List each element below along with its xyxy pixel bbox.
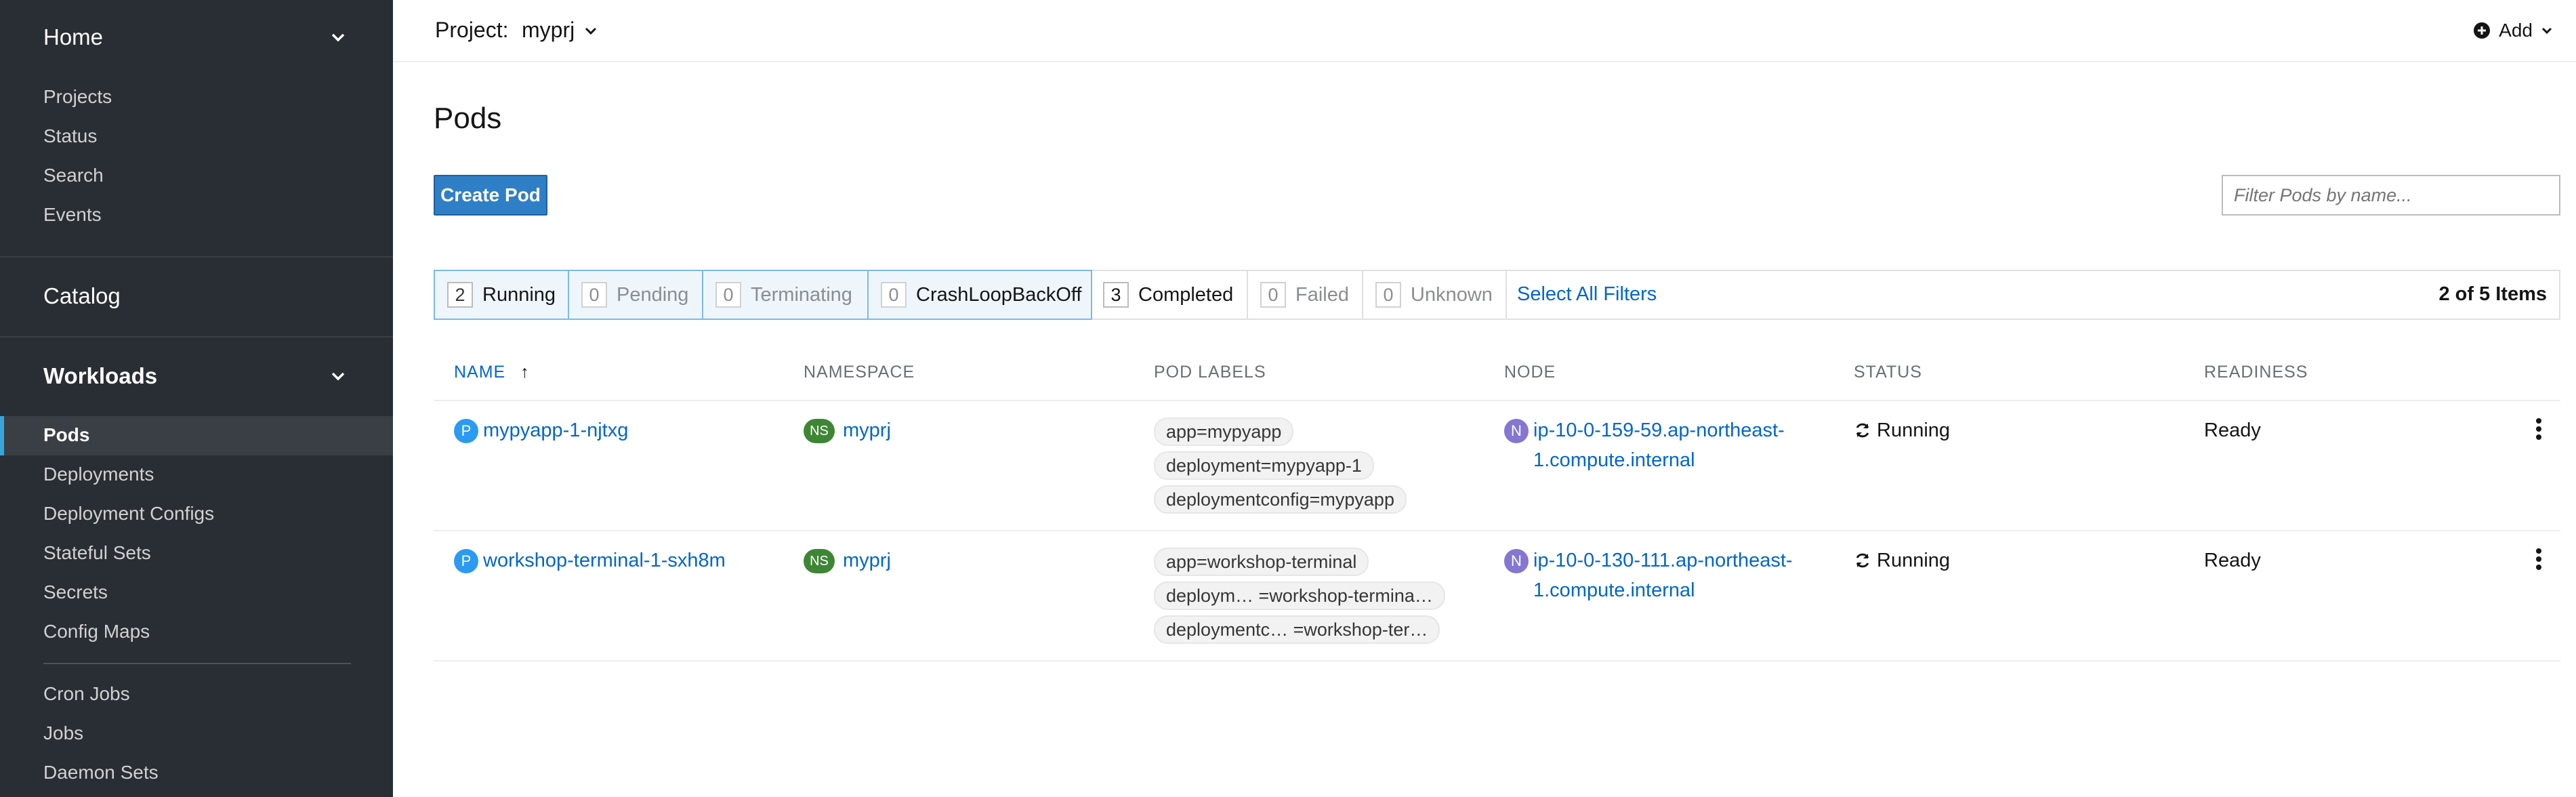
filter-label: Failed [1295,283,1349,306]
namespace-link[interactable]: myprj [843,550,891,572]
filter-count: 0 [881,282,907,308]
nav-item-pods[interactable]: Pods [43,424,89,446]
nav-home[interactable]: Home [43,24,103,50]
namespace-link[interactable]: myprj [843,420,891,442]
filter-label: Pending [617,283,689,306]
filter-crashloopbackoff[interactable]: 0 CrashLoopBackOff [867,270,1092,320]
select-all-filters-link[interactable]: Select All Filters [1517,283,1657,306]
node-link-continued[interactable]: 1.compute.internal [1533,449,1695,472]
nav-item-search[interactable]: Search [43,165,104,186]
node-badge: N [1504,419,1529,443]
add-button[interactable]: Add [2473,19,2553,42]
nav-divider [0,336,393,338]
pod-label[interactable]: deploymentc… =workshop-ter… [1154,615,1440,644]
pod-readiness: Ready [2204,420,2261,441]
table-divider [434,660,2560,661]
kebab-icon[interactable] [2535,417,2542,441]
node-link[interactable]: ip-10-0-130-111.ap-northeast- [1533,550,1793,572]
pod-badge: P [454,549,478,573]
column-header-status[interactable]: STATUS [1854,363,1922,382]
filter-count: 0 [1375,282,1401,308]
page-title: Pods [434,102,502,135]
column-header-node[interactable]: NODE [1504,363,1556,382]
chevron-down-icon [2541,24,2553,37]
namespace-badge: NS [804,419,835,443]
nav-workloads[interactable]: Workloads [43,363,157,389]
filter-completed[interactable]: 3 Completed [1091,270,1248,320]
pod-status: Running [1877,420,1951,441]
nav-item-projects[interactable]: Projects [43,86,112,108]
create-pod-button[interactable]: Create Pod [434,175,547,216]
pod-label[interactable]: deploym… =workshop-termina… [1154,581,1445,610]
sidebar: Home Projects Status Search Events Catal… [0,0,393,797]
nav-item-daemon-sets[interactable]: Daemon Sets [43,762,159,783]
nav-item-stateful-sets[interactable]: Stateful Sets [43,542,151,564]
filter-unknown[interactable]: 0 Unknown [1363,270,1507,320]
nav-divider [0,256,393,258]
column-header-name[interactable]: NAME ↑ [454,363,530,382]
chevron-down-icon[interactable] [584,24,598,38]
chevron-down-icon[interactable] [331,30,346,45]
pod-label[interactable]: app=workshop-terminal [1154,548,1369,576]
filter-terminating[interactable]: 0 Terminating [702,270,869,320]
nav-catalog[interactable]: Catalog [43,283,121,309]
filter-label: CrashLoopBackOff [916,283,1082,306]
column-header-label: NAME [454,363,506,382]
pod-name-link[interactable]: mypyapp-1-njtxg [483,420,628,442]
sync-icon [1854,552,1871,569]
table-divider [434,400,2560,401]
pod-badge: P [454,419,478,443]
filter-pods-input[interactable] [2222,175,2560,216]
chevron-down-icon[interactable] [331,369,346,384]
nav-subdivider [43,663,351,664]
filter-label: Unknown [1411,283,1493,306]
sort-ascending-icon: ↑ [520,363,530,382]
nav-item-status[interactable]: Status [43,125,97,147]
items-count: 2 of 5 Items [2438,283,2547,305]
filter-count: 0 [715,282,741,308]
filter-count: 0 [581,282,607,308]
table-divider [434,530,2560,531]
nav-item-events[interactable]: Events [43,204,102,226]
filter-count: 0 [1260,282,1286,308]
kebab-icon[interactable] [2535,548,2542,571]
project-label: Project: [435,18,509,42]
plus-circle-icon [2473,22,2491,39]
filter-running[interactable]: 2 Running [434,270,569,320]
add-label: Add [2499,20,2533,41]
filter-label: Running [482,283,556,306]
top-bar: Project: myprj Add [393,0,2576,62]
nav-item-config-maps[interactable]: Config Maps [43,621,150,642]
nav-item-secrets[interactable]: Secrets [43,581,108,603]
nav-item-deployment-configs[interactable]: Deployment Configs [43,503,214,525]
pod-readiness: Ready [2204,550,2261,571]
nav-item-deployments[interactable]: Deployments [43,464,154,485]
pod-label[interactable]: deploymentconfig=mypyapp [1154,485,1407,514]
pod-label[interactable]: deployment=mypyapp-1 [1154,451,1374,480]
nav-item-cron-jobs[interactable]: Cron Jobs [43,683,130,705]
namespace-badge: NS [804,549,835,573]
filter-count: 3 [1103,282,1129,308]
sync-icon [1854,422,1871,439]
status-filter-bar: 2 Running 0 Pending 0 Terminating 0 Cras… [434,270,2560,320]
node-link-continued[interactable]: 1.compute.internal [1533,579,1695,602]
pod-status: Running [1877,550,1951,571]
pod-name-link[interactable]: workshop-terminal-1-sxh8m [483,550,726,572]
node-link[interactable]: ip-10-0-159-59.ap-northeast- [1533,420,1785,442]
pod-label[interactable]: app=mypyapp [1154,417,1294,446]
filter-label: Terminating [751,283,852,306]
column-header-pod-labels[interactable]: POD LABELS [1154,363,1266,382]
filter-failed[interactable]: 0 Failed [1248,270,1363,320]
column-header-namespace[interactable]: NAMESPACE [804,363,915,382]
filter-label: Completed [1138,283,1234,306]
project-selector[interactable]: myprj [522,18,575,43]
nav-item-jobs[interactable]: Jobs [43,722,83,744]
node-badge: N [1504,549,1529,573]
filter-pending[interactable]: 0 Pending [568,270,703,320]
column-header-readiness[interactable]: READINESS [2204,363,2308,382]
filter-count: 2 [447,282,473,308]
